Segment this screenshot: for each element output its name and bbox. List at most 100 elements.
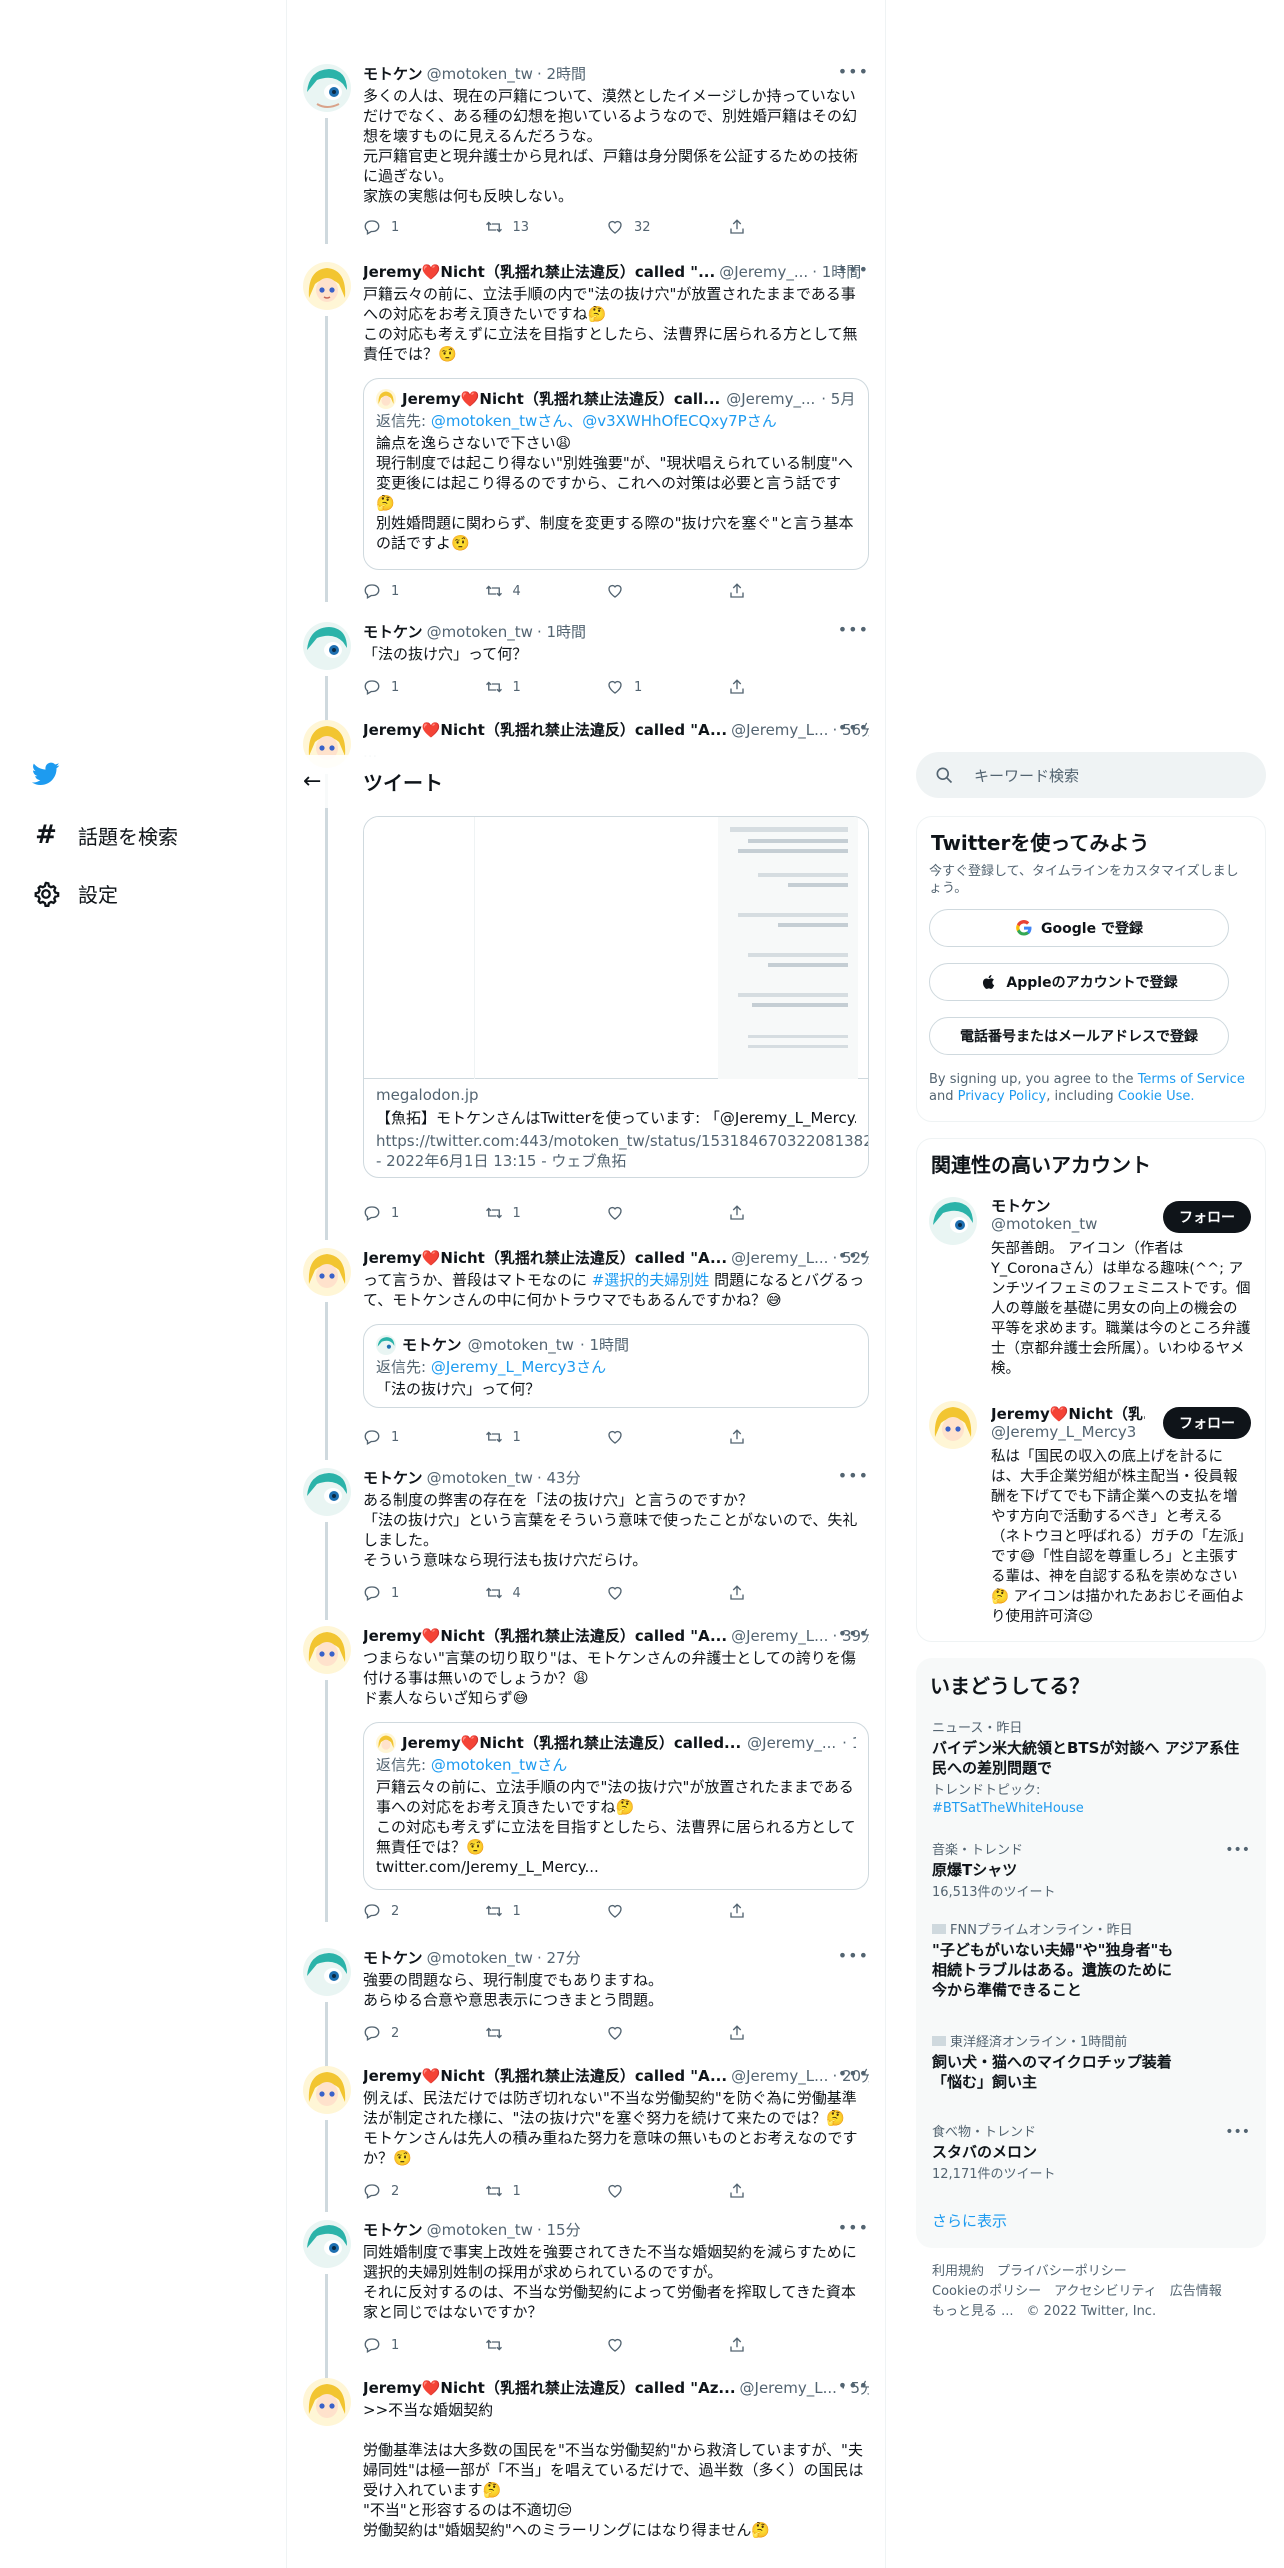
tweet-author-name[interactable]: モトケン [363, 1468, 423, 1488]
reply-button[interactable]: 2 [363, 1902, 485, 1920]
reply-button[interactable]: 1 [363, 1428, 485, 1446]
tweet-author-name[interactable]: モトケン [363, 1948, 423, 1968]
nav-settings[interactable]: 設定 [32, 879, 118, 908]
quoted-tweet[interactable]: Jeremy❤️Nicht（乳揺れ禁止法違反）called... @Jeremy_… [363, 1722, 869, 1890]
follow-button[interactable]: フォロー [1163, 1407, 1251, 1439]
footer-accessibility-link[interactable]: アクセシビリティ [1054, 2284, 1157, 2299]
tweet[interactable]: Jeremy❤️Nicht（乳揺れ禁止法違反）called "A... @Jere… [287, 1246, 885, 1460]
tweet-author-name[interactable]: Jeremy❤️Nicht（乳揺れ禁止法違反）called "A... [363, 2066, 727, 2086]
more-icon[interactable]: ••• [1225, 2124, 1250, 2140]
more-icon[interactable]: ••• [838, 1946, 869, 1965]
reply-button[interactable]: 1 [363, 2336, 485, 2354]
share-button[interactable] [728, 1902, 850, 1920]
retweet-button[interactable] [485, 2336, 607, 2354]
apple-signup-button[interactable]: Appleのアカウントで登録 [929, 963, 1229, 1001]
retweet-button[interactable] [485, 2024, 607, 2042]
avatar-motoken[interactable] [303, 64, 351, 112]
show-more-link[interactable]: さらに表示 [932, 2210, 1007, 2231]
tweet-time[interactable]: · 43分 [537, 1468, 581, 1488]
tweet-author-handle[interactable]: @motoken_tw [427, 1948, 533, 1968]
tweet[interactable]: Jeremy❤️Nicht（乳揺れ禁止法違反）called "Az... @Jer… [287, 2376, 885, 2568]
reply-to-link[interactable]: @Jeremy_L_Mercy3さん [431, 1358, 606, 1376]
like-button[interactable]: 1 [606, 678, 728, 696]
account-handle[interactable]: @motoken_tw [991, 1215, 1097, 1233]
tweet[interactable]: Jeremy❤️Nicht（乳揺れ禁止法違反）called "... @Jerem… [287, 260, 885, 602]
reply-button[interactable]: 1 [363, 1204, 485, 1222]
reply-button[interactable]: 1 [363, 218, 485, 236]
tweet[interactable]: Jeremy❤️Nicht（乳揺れ禁止法違反）called "A... @Jere… [287, 1624, 885, 1922]
share-button[interactable] [728, 2336, 850, 2354]
more-icon[interactable]: ••• [838, 62, 869, 81]
google-signup-button[interactable]: Google で登録 [929, 909, 1229, 947]
retweet-button[interactable]: 1 [485, 1204, 607, 1222]
trend-item[interactable]: ニュース・昨日 バイデン米大統領とBTSが対談へ アジア系住民への差別問題で ト… [932, 1720, 1250, 1818]
like-button[interactable] [606, 2024, 728, 2042]
avatar-motoken[interactable] [929, 1197, 977, 1245]
more-icon[interactable]: ••• [838, 2376, 869, 2395]
tweet-time[interactable]: · 15分 [537, 2220, 581, 2240]
search-box[interactable]: キーワード検索 [916, 752, 1266, 798]
footer-terms-link[interactable]: 利用規約 [932, 2264, 984, 2279]
like-button[interactable]: 32 [606, 218, 728, 236]
avatar-motoken[interactable] [303, 1468, 351, 1516]
tweet-author-handle[interactable]: @Jeremy_L... [731, 2066, 828, 2086]
retweet-button[interactable]: 13 [485, 218, 607, 236]
tweet[interactable]: モトケン @motoken_tw · 27分 ••• 強要の問題なら、現行制度でもあ… [287, 1946, 885, 2068]
hashtag-link[interactable]: #選択的夫婦別姓 [592, 1271, 710, 1289]
account-name[interactable]: Jeremy❤️Nicht（乳... [991, 1403, 1145, 1424]
retweet-button[interactable]: 4 [485, 582, 607, 600]
retweet-button[interactable]: 1 [485, 2182, 607, 2200]
tweet[interactable]: モトケン @motoken_tw · 15分 ••• 同姓婚制度で事実上改姓を強要さ… [287, 2218, 885, 2378]
tweet-author-name[interactable]: モトケン [363, 622, 423, 642]
avatar-motoken[interactable] [303, 2220, 351, 2268]
more-icon[interactable]: ••• [838, 2064, 869, 2083]
reply-button[interactable]: 1 [363, 1584, 485, 1602]
retweet-button[interactable]: 1 [485, 1902, 607, 1920]
footer-more-link[interactable]: もっと見る ... [932, 2304, 1014, 2319]
footer-privacy-link[interactable]: プライバシーポリシー [997, 2264, 1127, 2279]
more-icon[interactable]: ••• [1225, 1842, 1250, 1858]
trend-item[interactable]: 東洋経済オンライン・1時間前 飼い犬・猫へのマイクロチップ装着「悩む」飼い主 [932, 2034, 1250, 2092]
back-arrow-icon[interactable]: ← [303, 769, 343, 794]
tweet[interactable]: Jeremy❤️Nicht（乳揺れ禁止法違反）called "A... @Jere… [287, 2064, 885, 2212]
more-icon[interactable]: ••• [838, 260, 869, 279]
tweet-author-handle[interactable]: @motoken_tw [427, 1468, 533, 1488]
like-button[interactable] [606, 1428, 728, 1446]
avatar-jeremy[interactable] [303, 1248, 351, 1296]
footer-ads-link[interactable]: 広告情報 [1170, 2284, 1222, 2299]
tweet-author-handle[interactable]: @motoken_tw [427, 2220, 533, 2240]
privacy-link[interactable]: Privacy Policy [958, 1089, 1047, 1104]
tweet-author-name[interactable]: Jeremy❤️Nicht（乳揺れ禁止法違反）called "... [363, 262, 715, 282]
reply-button[interactable]: 1 [363, 582, 485, 600]
share-button[interactable] [728, 1204, 850, 1222]
avatar-jeremy[interactable] [303, 262, 351, 310]
avatar-jeremy[interactable] [303, 2066, 351, 2114]
tweet-time[interactable]: · 1時間 [537, 622, 586, 642]
more-icon[interactable]: ••• [838, 1246, 869, 1265]
nav-explore[interactable]: # 話題を検索 [32, 820, 178, 850]
tweet-author-handle[interactable]: @Jeremy_L... [731, 720, 828, 740]
share-button[interactable] [728, 1428, 850, 1446]
like-button[interactable] [606, 582, 728, 600]
retweet-button[interactable]: 1 [485, 1428, 607, 1446]
account-handle[interactable]: @Jeremy_L_Mercy3 [991, 1423, 1136, 1441]
reply-button[interactable]: 1 [363, 678, 485, 696]
tweet-author-handle[interactable]: @Jeremy_L... [731, 1626, 828, 1646]
avatar-jeremy[interactable] [303, 2378, 351, 2426]
more-icon[interactable]: ••• [838, 1466, 869, 1485]
retweet-button[interactable]: 1 [485, 678, 607, 696]
avatar-motoken[interactable] [303, 622, 351, 670]
share-button[interactable] [728, 678, 850, 696]
tweet-time[interactable]: · 2時間 [537, 64, 586, 84]
account-name[interactable]: モトケン [991, 1195, 1051, 1216]
like-button[interactable] [606, 2182, 728, 2200]
tweet-author-name[interactable]: Jeremy❤️Nicht（乳揺れ禁止法違反）called "Az... [363, 2378, 736, 2398]
like-button[interactable] [606, 2336, 728, 2354]
follow-button[interactable]: フォロー [1163, 1201, 1251, 1233]
tweet-author-handle[interactable]: @Jeremy_... [719, 262, 808, 282]
quoted-tweet[interactable]: モトケン @motoken_tw · 1時間 返信先: @Jeremy_L_Merc… [363, 1324, 869, 1408]
tweet-author-handle[interactable]: @Jeremy_L... [740, 2378, 837, 2398]
tweet-time[interactable]: · 27分 [537, 1948, 581, 1968]
tweet-author-handle[interactable]: @motoken_tw [427, 64, 533, 84]
trend-hashtag-link[interactable]: #BTSatTheWhiteHouse [932, 1801, 1084, 1816]
